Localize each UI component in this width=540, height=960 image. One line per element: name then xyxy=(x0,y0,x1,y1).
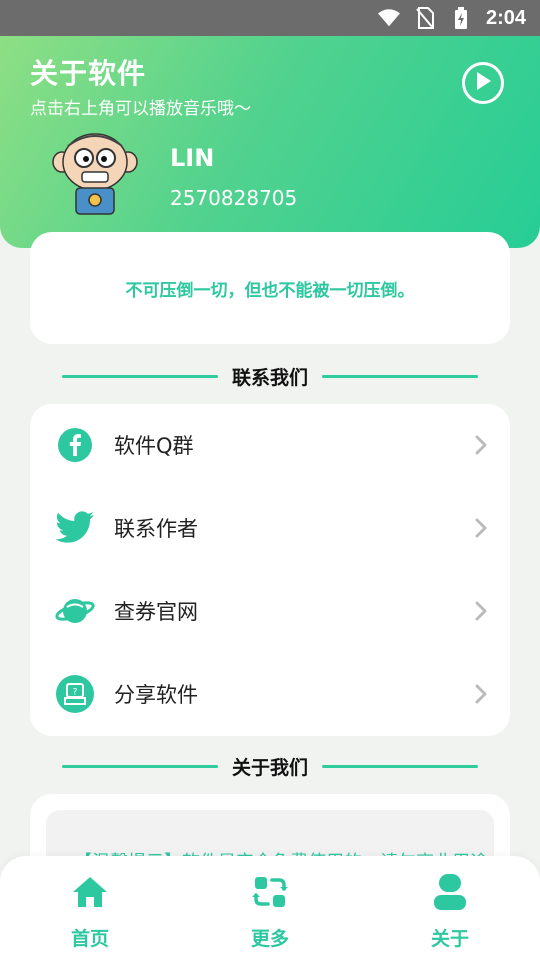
about-section-title: 关于我们 xyxy=(232,756,309,779)
page-title: 关于软件 xyxy=(30,57,147,90)
user-name: LIN xyxy=(170,144,215,172)
user-icon xyxy=(430,872,470,912)
list-item-contact-author[interactable]: 联系作者 xyxy=(30,493,510,563)
contact-section-title: 联系我们 xyxy=(232,366,309,389)
clock: 2:04 xyxy=(485,6,526,29)
divider xyxy=(322,374,479,378)
planet-icon xyxy=(54,590,96,632)
user-id: 2570828705 xyxy=(170,186,298,210)
list-item-label: 软件Q群 xyxy=(114,434,194,458)
nav-more[interactable]: 更多 xyxy=(215,872,325,952)
nav-about[interactable]: 关于 xyxy=(395,872,505,952)
no-sim-icon xyxy=(414,7,436,29)
list-item-coupon-site[interactable]: 查券官网 xyxy=(30,576,510,646)
nav-home[interactable]: 首页 xyxy=(35,872,145,952)
refresh-icon xyxy=(250,872,290,912)
quote-text: 不可压倒一切，但也不能被一切压倒。 xyxy=(125,280,415,301)
divider xyxy=(322,764,479,768)
bottom-nav: 首页 更多 关于 xyxy=(0,856,540,960)
list-item-share-app[interactable]: ? 分享软件 xyxy=(30,659,510,729)
svg-text:?: ? xyxy=(73,688,78,698)
list-item-label: 查券官网 xyxy=(114,600,198,624)
list-item-qq-group[interactable]: 软件Q群 xyxy=(30,410,510,480)
about-section-header: 关于我们 xyxy=(62,751,479,781)
nav-label: 首页 xyxy=(70,928,109,950)
status-bar: 2:04 xyxy=(0,0,540,36)
divider xyxy=(62,764,218,768)
quote-card: 不可压倒一切，但也不能被一切压倒。 xyxy=(30,232,510,344)
battery-icon xyxy=(450,7,472,29)
chevron-right-icon xyxy=(472,682,490,706)
twitter-icon xyxy=(54,507,96,549)
contact-section-header: 联系我们 xyxy=(62,361,479,391)
header: 关于软件 点击右上角可以播放音乐哦～ LIN 2570828705 xyxy=(0,36,540,248)
chevron-right-icon xyxy=(472,599,490,623)
play-circle-icon xyxy=(474,71,492,95)
nav-label: 更多 xyxy=(250,928,289,950)
page-subtitle: 点击右上角可以播放音乐哦～ xyxy=(30,99,251,119)
home-icon xyxy=(70,872,110,912)
nav-label: 关于 xyxy=(430,928,469,950)
wifi-icon xyxy=(377,7,400,29)
chevron-right-icon xyxy=(472,516,490,540)
divider xyxy=(62,374,218,378)
chevron-right-icon xyxy=(472,433,490,457)
play-music-button[interactable] xyxy=(462,62,504,104)
list-item-label: 分享软件 xyxy=(114,683,198,707)
facebook-icon xyxy=(54,424,96,466)
share-box-icon: ? xyxy=(54,673,96,715)
list-item-label: 联系作者 xyxy=(114,517,198,541)
avatar[interactable] xyxy=(50,132,140,216)
contact-list: 软件Q群 联系作者 查券官网 ? 分享软件 xyxy=(30,404,510,736)
